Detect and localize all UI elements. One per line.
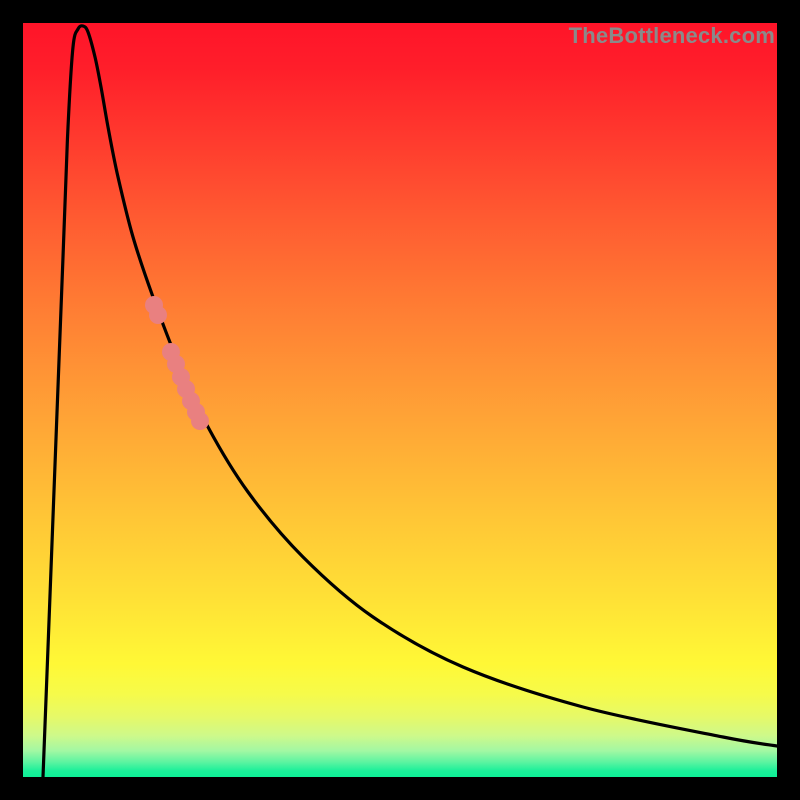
curve-marker	[191, 412, 209, 430]
plot-area: TheBottleneck.com	[23, 23, 777, 777]
bottleneck-curve	[43, 26, 777, 777]
chart-svg	[23, 23, 777, 777]
curve-marker	[149, 306, 167, 324]
chart-frame: TheBottleneck.com	[0, 0, 800, 800]
watermark-text: TheBottleneck.com	[569, 23, 775, 49]
curve-markers	[145, 296, 209, 430]
